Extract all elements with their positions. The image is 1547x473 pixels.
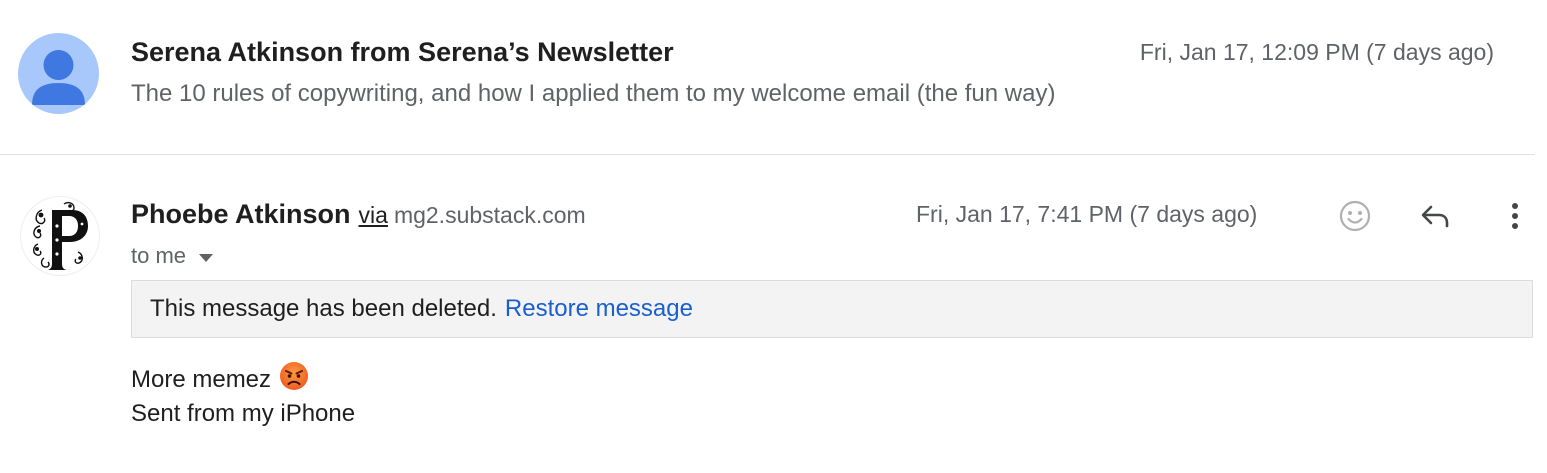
collapsed-message[interactable]: Serena Atkinson from Serena’s Newsletter… bbox=[0, 0, 1547, 155]
body-text: More memez bbox=[131, 365, 272, 393]
message-date: Fri, Jan 17, 7:41 PM (7 days ago) bbox=[916, 201, 1258, 227]
recipient-details-toggle[interactable]: to me bbox=[131, 243, 214, 269]
message-snippet: The 10 rules of copywriting, and how I a… bbox=[131, 80, 1056, 107]
restore-message-link[interactable]: Restore message bbox=[505, 295, 693, 323]
reply-icon[interactable] bbox=[1415, 196, 1455, 236]
more-options-icon[interactable] bbox=[1495, 196, 1535, 236]
message-body-line: More memez bbox=[131, 361, 309, 398]
sender-line: Phoebe Atkinson via mg2.substack.com bbox=[131, 199, 586, 230]
default-person-avatar-icon bbox=[18, 33, 99, 114]
add-reaction-icon[interactable] bbox=[1335, 196, 1375, 236]
sender-name[interactable]: Phoebe Atkinson bbox=[131, 199, 351, 230]
message-date: Fri, Jan 17, 12:09 PM (7 days ago) bbox=[1139, 39, 1494, 65]
sender-domain: mg2.substack.com bbox=[393, 202, 586, 228]
message-body-line: Sent from my iPhone bbox=[131, 400, 356, 427]
message-divider bbox=[0, 154, 1535, 155]
deleted-message-banner: This message has been deleted. Restore m… bbox=[131, 280, 1533, 338]
deleted-notice: This message has been deleted. bbox=[150, 295, 497, 322]
sender-name: Serena Atkinson from Serena’s Newsletter bbox=[131, 37, 674, 67]
ornate-letter-p-avatar-icon bbox=[20, 196, 100, 276]
chevron-down-icon bbox=[198, 243, 214, 269]
angry-face-emoji-icon bbox=[279, 361, 309, 398]
via-link[interactable]: via bbox=[359, 202, 388, 229]
recipient-label: to me bbox=[131, 243, 187, 268]
